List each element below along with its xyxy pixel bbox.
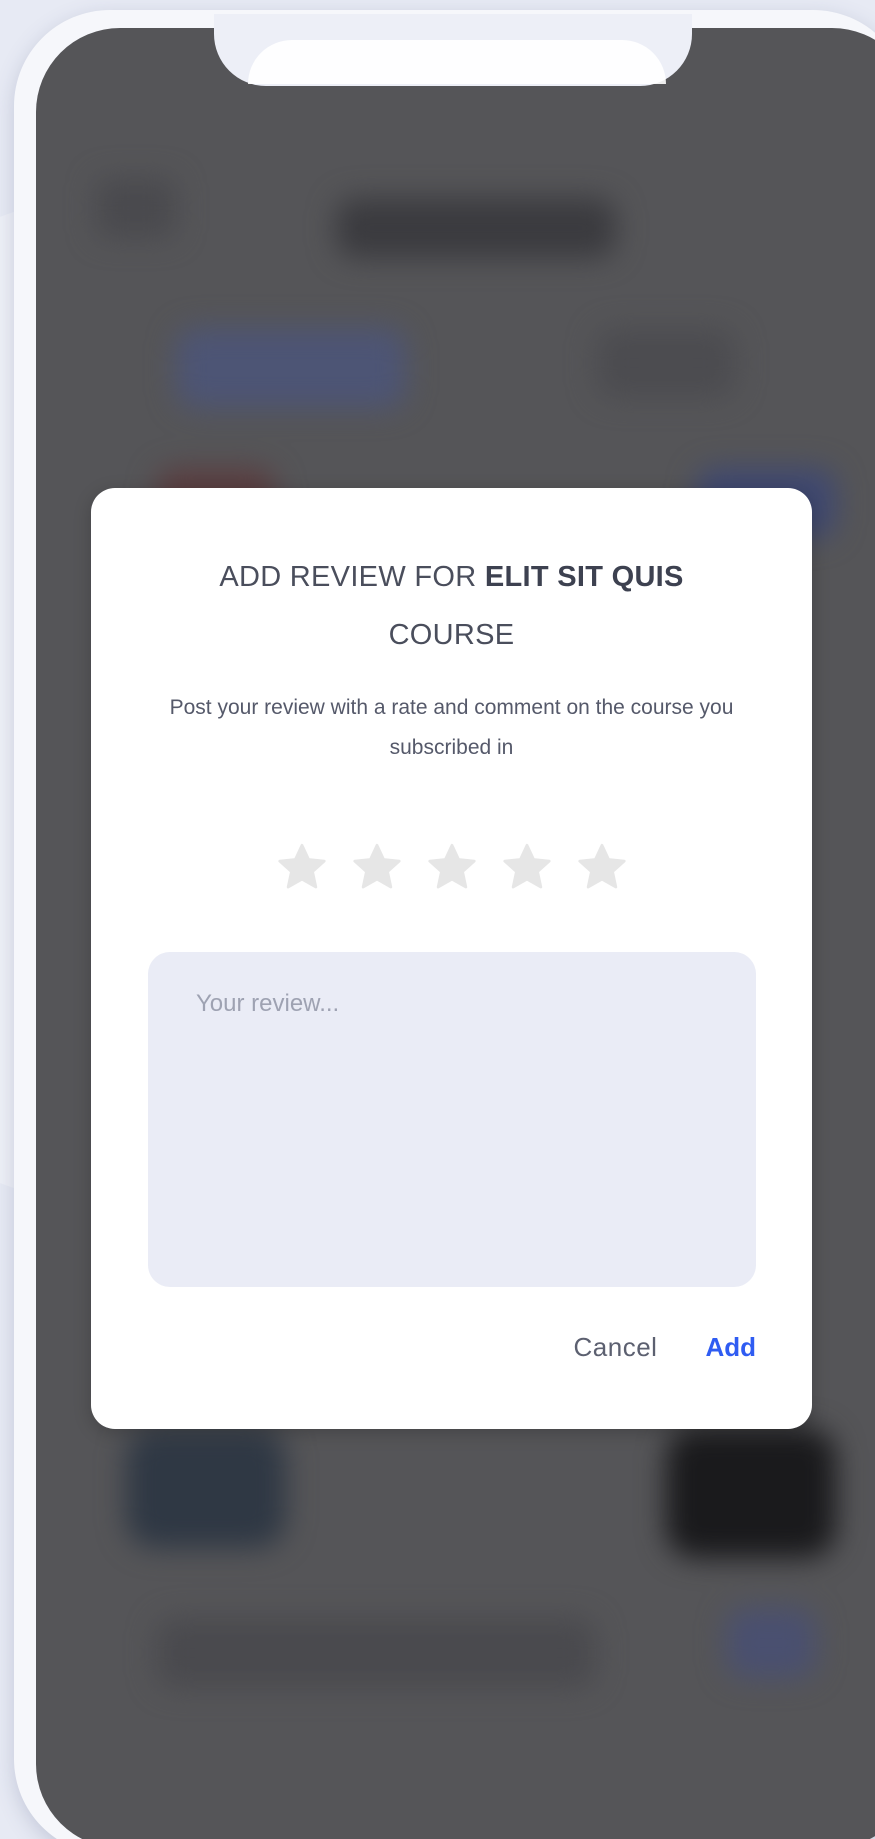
- star-5-icon[interactable]: [575, 840, 629, 894]
- star-3-icon[interactable]: [425, 840, 479, 894]
- star-rating: [91, 840, 812, 894]
- add-review-dialog: ADD REVIEW FOR ELIT SIT QUIS COURSE Post…: [91, 488, 812, 1429]
- title-suffix: COURSE: [388, 619, 515, 651]
- add-button[interactable]: Add: [705, 1332, 756, 1363]
- review-input[interactable]: [148, 952, 756, 1287]
- star-4-icon[interactable]: [500, 840, 554, 894]
- dialog-title: ADD REVIEW FOR ELIT SIT QUIS COURSE: [151, 548, 752, 664]
- cancel-button[interactable]: Cancel: [574, 1332, 658, 1363]
- dialog-actions: Cancel Add: [574, 1332, 756, 1363]
- course-name: ELIT SIT QUIS: [484, 561, 684, 593]
- dialog-subtitle: Post your review with a rate and comment…: [169, 696, 734, 759]
- star-1-icon[interactable]: [275, 840, 329, 894]
- star-2-icon[interactable]: [350, 840, 404, 894]
- app-stage: ADD REVIEW FOR ELIT SIT QUIS COURSE Post…: [0, 0, 875, 1839]
- title-prefix: ADD REVIEW FOR: [219, 561, 485, 593]
- notch-highlight: [248, 40, 666, 84]
